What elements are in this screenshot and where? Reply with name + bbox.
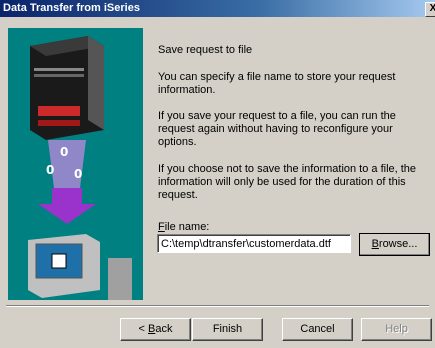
close-icon: X — [429, 3, 435, 14]
browse-button[interactable]: Browse... — [359, 233, 430, 256]
file-name-input[interactable]: C:\temp\dtransfer\customerdata.dtf — [157, 234, 351, 253]
section-heading: Save request to file — [158, 44, 253, 56]
description-paragraph-3: If you choose not to save the informatio… — [158, 163, 417, 201]
close-button[interactable]: X — [425, 2, 435, 17]
svg-text:0: 0 — [46, 163, 54, 177]
svg-text:0: 0 — [74, 167, 82, 181]
svg-text:0: 0 — [60, 145, 68, 159]
description-paragraph-2: If you save your request to a file, you … — [158, 110, 396, 148]
cancel-button[interactable]: Cancel — [282, 318, 353, 341]
footer-separator — [6, 305, 429, 307]
window-title: Data Transfer from iSeries — [3, 2, 140, 14]
help-button[interactable]: Help — [361, 318, 432, 341]
title-bar: Data Transfer from iSeries X — [0, 0, 435, 17]
back-button[interactable]: < Back — [120, 318, 191, 341]
description-paragraph-1: You can specify a file name to store you… — [158, 71, 396, 96]
finish-button[interactable]: Finish — [192, 318, 263, 341]
wizard-illustration: 0 0 0 0 — [8, 28, 143, 300]
